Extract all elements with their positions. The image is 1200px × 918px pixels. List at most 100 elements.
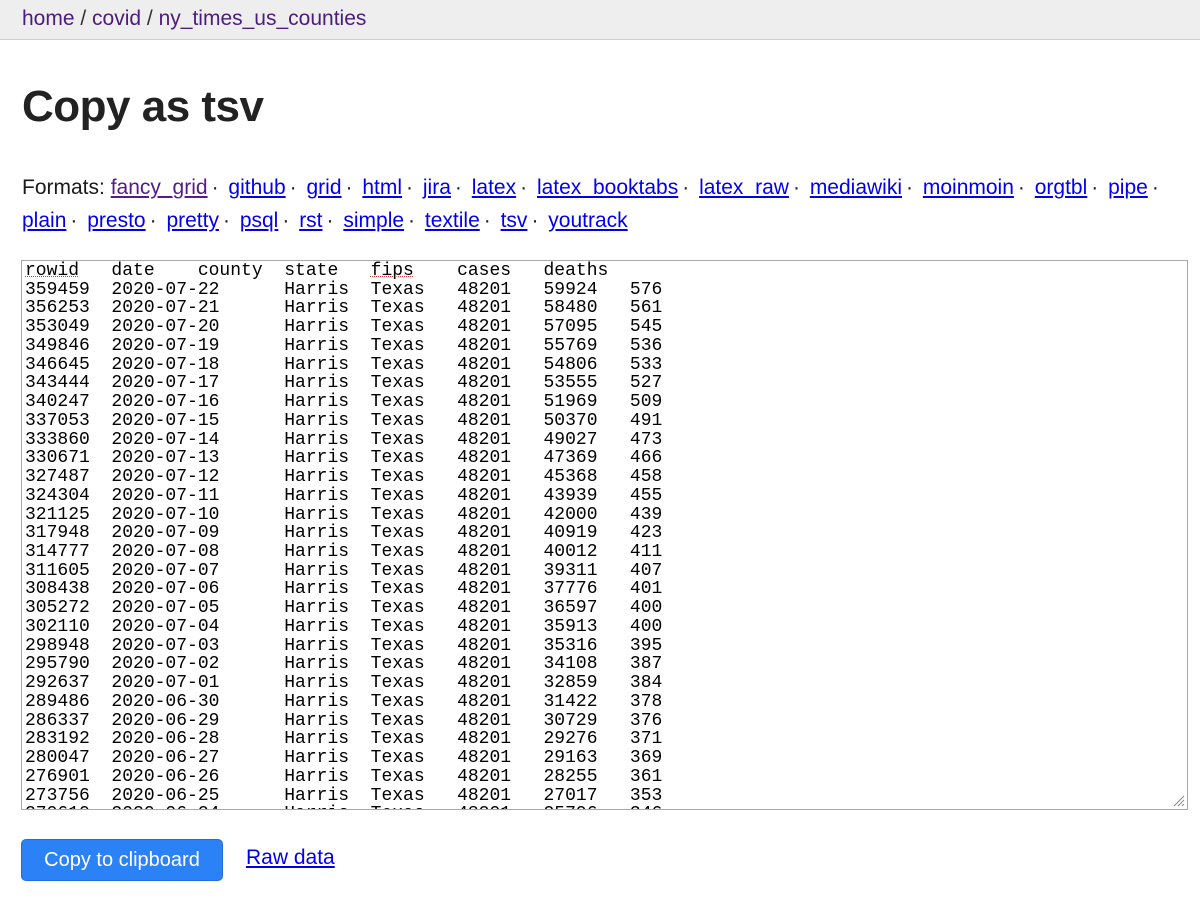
tsv-cell: 2020-07-02 <box>111 654 220 675</box>
tsv-cell: 311605 <box>25 560 90 581</box>
tsv-cell: 48201 <box>457 560 512 581</box>
tsv-header-cell: cases <box>457 261 512 281</box>
tsv-cell: 295790 <box>25 654 90 675</box>
format-link-presto[interactable]: presto <box>87 209 145 232</box>
tsv-cell: Texas <box>370 392 425 413</box>
tsv-cell: 2020-07-13 <box>111 448 220 469</box>
tsv-cell: 2020-07-20 <box>111 317 220 338</box>
format-link-pretty[interactable]: pretty <box>166 209 219 232</box>
resize-grip-icon[interactable] <box>1171 793 1185 807</box>
tsv-cell: 48201 <box>457 298 512 319</box>
tsv-cell: 43939 <box>543 485 598 506</box>
tsv-cell: Texas <box>370 523 425 544</box>
tsv-cell: Harris <box>284 673 350 694</box>
tsv-cell: 536 <box>629 335 663 356</box>
format-link-pipe[interactable]: pipe <box>1108 176 1148 199</box>
format-link-tsv[interactable]: tsv <box>501 209 528 232</box>
tsv-row: 321125 2020-07-10 Harris Texas 48201 420… <box>25 505 662 525</box>
tsv-cell: 25796 <box>543 804 597 809</box>
tsv-cell: Harris <box>284 485 350 506</box>
tsv-cell: 458 <box>629 467 663 488</box>
breadcrumb-home-link[interactable]: home <box>22 7 75 30</box>
tsv-row: 324304 2020-07-11 Harris Texas 48201 439… <box>25 486 662 506</box>
tsv-cell: 48201 <box>457 766 512 787</box>
tsv-row: 270610 2020-06-24 Harris Texas 48201 257… <box>25 804 662 809</box>
raw-data-link[interactable]: Raw data <box>246 846 335 870</box>
tsv-header-cell: date <box>111 261 155 281</box>
format-link-fancy-grid[interactable]: fancy_grid <box>111 176 208 199</box>
tsv-cell: Harris <box>284 729 350 750</box>
format-separator: · <box>520 176 528 199</box>
format-link-rst[interactable]: rst <box>299 209 322 232</box>
format-separator: · <box>483 209 491 232</box>
tsv-cell: 27017 <box>543 785 598 806</box>
format-link-grid[interactable]: grid <box>306 176 341 199</box>
format-link-psql[interactable]: psql <box>240 209 279 232</box>
tsv-cell: 423 <box>629 523 663 544</box>
tsv-cell: 48201 <box>457 504 512 525</box>
tsv-cell: Texas <box>370 279 425 300</box>
tsv-cell: 53555 <box>543 373 598 394</box>
tsv-cell: 302110 <box>25 616 90 637</box>
tsv-cell: Harris <box>284 467 350 488</box>
format-separator: · <box>531 209 539 232</box>
tsv-cell: 276901 <box>25 766 90 787</box>
tsv-row: 280047 2020-06-27 Harris Texas 48201 291… <box>25 748 662 768</box>
tsv-cell: 2020-06-25 <box>111 785 220 806</box>
tsv-cell: Harris <box>284 373 350 394</box>
format-link-youtrack[interactable]: youtrack <box>548 209 627 232</box>
breadcrumb-database-link[interactable]: covid <box>92 7 141 30</box>
tsv-cell: 286337 <box>25 710 90 731</box>
format-link-mediawiki[interactable]: mediawiki <box>810 176 902 199</box>
tsv-cell: 59924 <box>543 279 598 300</box>
tsv-cell: 48201 <box>457 373 512 394</box>
format-link-jira[interactable]: jira <box>423 176 451 199</box>
tsv-cell: Texas <box>370 710 425 731</box>
tsv-cell: 2020-07-15 <box>111 410 220 431</box>
format-links: fancy_grid · github · grid · html · jira · la… <box>22 176 1163 232</box>
format-link-simple[interactable]: simple <box>343 209 404 232</box>
tsv-cell: 473 <box>629 429 663 450</box>
tsv-cell: 2020-06-27 <box>111 748 220 769</box>
tsv-header-cell: fips <box>370 261 414 281</box>
tsv-cell: Texas <box>370 560 425 581</box>
tsv-cell: 48201 <box>457 673 512 694</box>
copy-to-clipboard-button[interactable]: Copy to clipboard <box>21 839 223 881</box>
tsv-cell: Harris <box>284 542 350 563</box>
tsv-cell: 2020-07-17 <box>111 373 220 394</box>
format-link-textile[interactable]: textile <box>425 209 480 232</box>
tsv-cell: 29276 <box>543 729 598 750</box>
format-link-moinmoin[interactable]: moinmoin <box>923 176 1014 199</box>
tsv-cell: 359459 <box>25 279 90 300</box>
tsv-row: 273756 2020-06-25 Harris Texas 48201 270… <box>25 786 662 806</box>
format-separator: · <box>1151 176 1159 199</box>
tsv-cell: 561 <box>629 298 663 319</box>
tsv-cell: Texas <box>370 673 425 694</box>
tsv-cell: 283192 <box>25 729 90 750</box>
format-link-latex-booktabs[interactable]: latex_booktabs <box>537 176 678 199</box>
tsv-row: 333860 2020-07-14 Harris Texas 48201 490… <box>25 430 662 450</box>
format-link-orgtbl[interactable]: orgtbl <box>1035 176 1088 199</box>
format-link-latex-raw[interactable]: latex_raw <box>699 176 789 199</box>
breadcrumb-table-link[interactable]: ny_times_us_counties <box>159 7 367 30</box>
tsv-cell: 48201 <box>457 785 512 806</box>
tsv-cell: 48201 <box>457 448 512 469</box>
tsv-header-cell: deaths <box>543 261 609 281</box>
tsv-cell: 2020-06-26 <box>111 766 220 787</box>
tsv-cell: 330671 <box>25 448 90 469</box>
format-link-latex[interactable]: latex <box>472 176 516 199</box>
tsv-row: 346645 2020-07-18 Harris Texas 48201 548… <box>25 355 662 375</box>
format-link-plain[interactable]: plain <box>22 209 66 232</box>
format-link-github[interactable]: github <box>228 176 285 199</box>
format-link-html[interactable]: html <box>362 176 402 199</box>
page-title: Copy as tsv <box>22 82 264 131</box>
tsv-cell: Texas <box>370 504 425 525</box>
tsv-cell: Texas <box>370 298 425 319</box>
tsv-cell: 32859 <box>543 673 598 694</box>
tsv-header-line: rowid date county state fips cases death… <box>25 261 608 281</box>
tsv-cell: 2020-07-06 <box>111 579 220 600</box>
tsv-cell: 51969 <box>543 392 598 413</box>
tsv-cell: 273756 <box>25 785 90 806</box>
tsv-textarea[interactable]: rowid date county state fips cases death… <box>21 260 1188 810</box>
breadcrumb-separator: / <box>141 7 159 30</box>
